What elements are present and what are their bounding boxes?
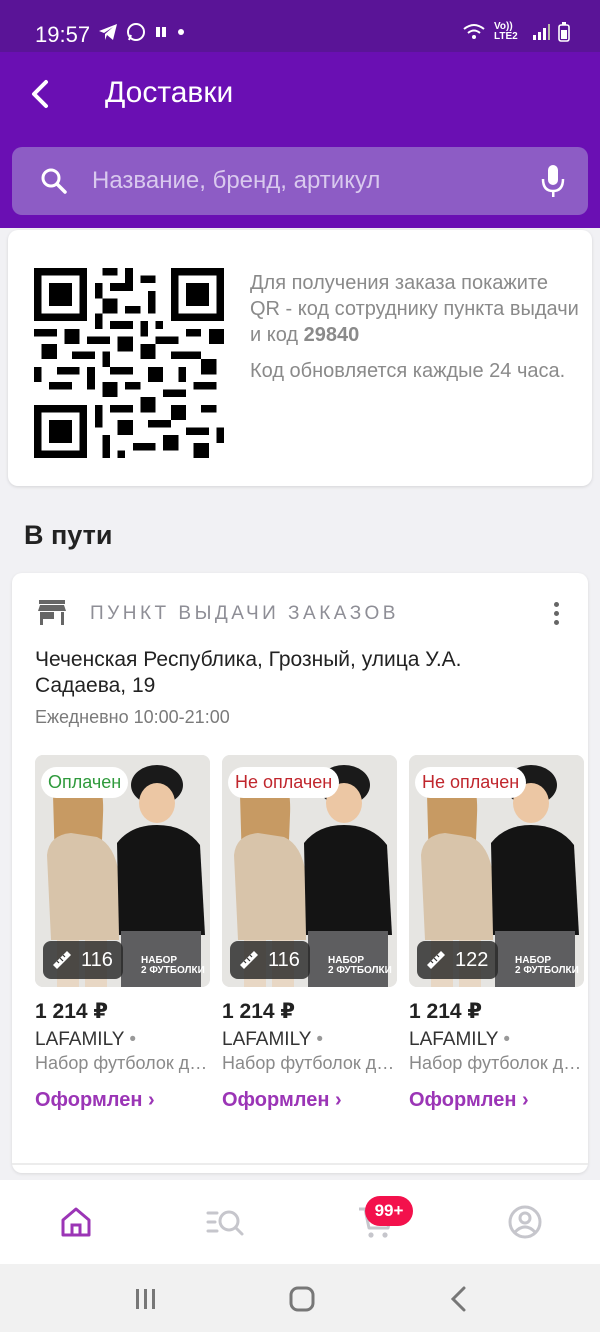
recent-apps-icon[interactable] xyxy=(126,1282,166,1316)
size-tag: 122 xyxy=(417,941,499,979)
cart-count-badge: 99+ xyxy=(365,1196,413,1226)
ruler-icon xyxy=(240,951,258,969)
order-status-link[interactable]: Оформлен › xyxy=(222,1089,342,1112)
size-value: 116 xyxy=(268,948,300,971)
size-tag: 116 xyxy=(230,941,310,979)
home-icon[interactable] xyxy=(56,1202,96,1242)
back-button-icon[interactable] xyxy=(440,1282,480,1316)
pickup-hours: Ежедневно 10:00-21:00 xyxy=(35,707,230,727)
app-header: Доставки xyxy=(0,52,600,228)
more-options-icon[interactable] xyxy=(538,595,574,631)
product-price: 1 214 ₽ xyxy=(409,1000,482,1023)
bottom-navigation: 99+ xyxy=(0,1180,600,1264)
wifi-icon xyxy=(463,24,485,39)
page-title: Доставки xyxy=(105,76,234,109)
notification-icons xyxy=(98,22,186,42)
network-label: Vo)) LTE2 xyxy=(494,21,518,42)
telegram-icon xyxy=(99,24,117,40)
dot-icon xyxy=(178,29,184,35)
search-icon xyxy=(41,168,67,194)
signal-icon xyxy=(533,24,550,40)
product-name: Набор футболок детских xyxy=(35,1053,210,1073)
payment-status-badge: Оплачен xyxy=(41,767,129,798)
product-brand: LAFAMILY • xyxy=(35,1029,136,1050)
section-title: В пути xyxy=(24,520,113,550)
set-label: НАБОР 2 ФУТБОЛКИ xyxy=(515,955,579,976)
product-price: 1 214 ₽ xyxy=(222,1000,295,1023)
catalog-icon[interactable] xyxy=(205,1202,245,1242)
set-label: НАБОР 2 ФУТБОЛКИ xyxy=(141,955,205,976)
size-value: 122 xyxy=(455,948,489,971)
pause-icon xyxy=(156,27,166,37)
delivery-card: ПУНКТ ВЫДАЧИ ЗАКАЗОВ Чеченская Республик… xyxy=(12,573,588,1173)
divider xyxy=(12,1163,588,1165)
search-bar[interactable] xyxy=(12,147,588,215)
product-name: Набор футболок детских xyxy=(222,1053,397,1073)
battery-icon xyxy=(558,22,570,42)
payment-status-badge: Не оплачен xyxy=(415,767,527,798)
product-brand: LAFAMILY • xyxy=(409,1029,510,1050)
order-status-link[interactable]: Оформлен › xyxy=(35,1089,155,1112)
product-price: 1 214 ₽ xyxy=(35,1000,108,1023)
qr-code[interactable] xyxy=(34,268,224,458)
pickup-code: 29840 xyxy=(303,324,360,346)
whatsapp-icon xyxy=(127,23,145,41)
product-name: Набор футболок детских xyxy=(409,1053,584,1073)
size-value: 116 xyxy=(81,948,113,971)
search-input[interactable] xyxy=(92,161,532,201)
ruler-icon xyxy=(427,951,445,969)
qr-code-card: Для получения заказа покажите QR - код с… xyxy=(8,230,592,486)
order-status-link[interactable]: Оформлен › xyxy=(409,1089,529,1112)
pickup-address: Чеченская Республика, Грозный, улица У.А… xyxy=(35,648,462,697)
back-arrow-icon[interactable] xyxy=(22,74,62,114)
microphone-icon[interactable] xyxy=(540,163,566,199)
qr-refresh-note: Код обновляется каждые 24 часа. xyxy=(250,360,566,382)
pickup-point-label: ПУНКТ ВЫДАЧИ ЗАКАЗОВ xyxy=(90,603,399,624)
store-icon xyxy=(38,600,66,625)
product-list: Оплачен 116 НАБОР 2 ФУТБОЛКИ 1 214 ₽ LAFA… xyxy=(35,755,595,1115)
ruler-icon xyxy=(53,951,71,969)
profile-icon[interactable] xyxy=(505,1202,545,1242)
product-brand: LAFAMILY • xyxy=(222,1029,323,1050)
qr-instructions: Для получения заказа покажите QR - код с… xyxy=(250,270,580,384)
system-icons: Vo)) LTE2 xyxy=(462,22,570,42)
home-button-icon[interactable] xyxy=(282,1282,322,1316)
set-label: НАБОР 2 ФУТБОЛКИ xyxy=(328,955,392,976)
size-tag: 116 xyxy=(43,941,123,979)
payment-status-badge: Не оплачен xyxy=(228,767,340,798)
status-bar: 19:57 Vo)) LTE2 xyxy=(0,0,600,52)
system-navigation-bar xyxy=(0,1264,600,1332)
qr-instruction-text: Для получения заказа покажите QR - код с… xyxy=(250,272,579,346)
status-time: 19:57 xyxy=(35,22,91,47)
